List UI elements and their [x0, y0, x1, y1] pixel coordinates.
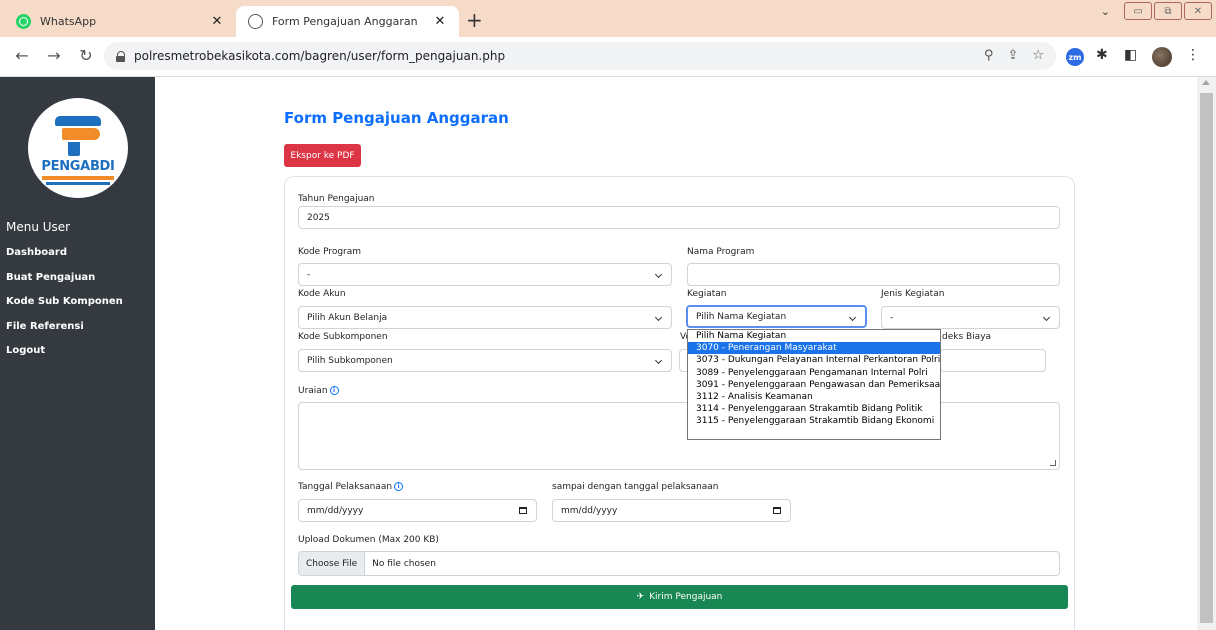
logo-text: PENGABDI	[41, 159, 115, 174]
side-panel-icon[interactable]: ◧	[1124, 47, 1137, 63]
jenis-kegiatan-select[interactable]: -	[881, 306, 1060, 329]
extensions-puzzle-icon[interactable]: ✱	[1096, 47, 1108, 63]
dropdown-option[interactable]: 3115 - Penyelenggaraan Strakamtib Bidang…	[688, 415, 940, 427]
tab-form-pengajuan[interactable]: Form Pengajuan Anggaran ✕	[236, 6, 459, 37]
date-placeholder: mm/dd/yyyy	[307, 505, 364, 516]
kode-program-label: Kode Program	[298, 247, 362, 257]
kode-program-value: -	[307, 269, 311, 280]
pengabdi-logo: PENGABDI	[28, 98, 128, 198]
globe-icon	[248, 14, 263, 29]
sidebar-item-file-referensi[interactable]: File Referensi	[6, 320, 123, 345]
dropdown-option[interactable]: 3089 - Penyelenggaraan Pengamanan Intern…	[688, 367, 940, 379]
minimize-button[interactable]: ▭	[1124, 2, 1152, 20]
zoom-extension-icon[interactable]: zm	[1066, 48, 1084, 66]
close-tab-icon[interactable]: ✕	[433, 14, 447, 29]
url-text: polresmetrobekasikota.com/bagren/user/fo…	[134, 49, 506, 63]
choose-file-button[interactable]: Choose File	[299, 552, 366, 575]
dropdown-option[interactable]: 3114 - Penyelenggaraan Strakamtib Bidang…	[688, 403, 940, 415]
dropdown-option-highlighted[interactable]: 3070 - Penerangan Masyarakat	[688, 342, 940, 355]
lock-icon[interactable]	[116, 50, 126, 62]
file-status: No file chosen	[372, 558, 436, 569]
profile-avatar[interactable]	[1152, 47, 1172, 67]
back-icon[interactable]: ←	[12, 47, 32, 65]
jenis-kegiatan-label: Jenis Kegiatan	[881, 289, 945, 299]
nama-program-input[interactable]	[687, 263, 1060, 286]
close-tab-icon[interactable]: ✕	[210, 14, 224, 29]
bookmark-star-icon[interactable]: ☆	[1032, 48, 1044, 63]
tab-search-chevron-icon[interactable]: ⌄	[1101, 5, 1110, 18]
sidebar-menu: Dashboard Buat Pengajuan Kode Sub Kompon…	[6, 246, 123, 369]
dropdown-option[interactable]: Pilih Nama Kegiatan	[688, 330, 940, 342]
browser-tab-strip: WhatsApp ✕ Form Pengajuan Anggaran ✕ + ⌄…	[0, 0, 1216, 37]
tanggal-mulai-input[interactable]: mm/dd/yyyy	[298, 499, 537, 522]
kegiatan-dropdown-list: Pilih Nama Kegiatan 3070 - Penerangan Ma…	[687, 329, 941, 440]
scroll-up-icon[interactable]	[1202, 80, 1210, 85]
omnibox-actions: ⚲ ⇪ ☆	[984, 48, 1044, 63]
dropdown-option[interactable]: 3112 - Analisis Keamanan	[688, 391, 940, 403]
kode-subkomponen-select[interactable]: Pilih Subkomponen	[298, 349, 672, 372]
upload-label: Upload Dokumen (Max 200 KB)	[298, 535, 439, 545]
window-controls: ⌄ ▭ ⧉ ✕	[1101, 2, 1212, 20]
url-bar[interactable]: polresmetrobekasikota.com/bagren/user/fo…	[104, 42, 1056, 70]
kode-akun-label: Kode Akun	[298, 289, 346, 299]
sidebar-item-logout[interactable]: Logout	[6, 344, 123, 369]
jenis-kegiatan-value: -	[890, 312, 894, 323]
tahun-input[interactable]: 2025	[298, 206, 1060, 229]
kode-subkomponen-value: Pilih Subkomponen	[307, 355, 393, 366]
submit-button[interactable]: ✈ Kirim Pengajuan	[291, 585, 1068, 609]
dropdown-option[interactable]: 3073 - Dukungan Pelayanan Internal Perka…	[688, 354, 940, 366]
close-window-button[interactable]: ✕	[1184, 2, 1212, 20]
upload-file-input[interactable]: Choose File No file chosen	[298, 551, 1060, 576]
reload-icon[interactable]: ↻	[76, 47, 96, 65]
whatsapp-icon	[16, 14, 31, 29]
indeks-biaya-label: deks Biaya	[942, 332, 992, 342]
export-pdf-button[interactable]: Ekspor ke PDF	[284, 144, 361, 167]
uraian-textarea[interactable]	[298, 402, 1060, 470]
calendar-icon[interactable]	[519, 507, 527, 514]
calendar-icon[interactable]	[773, 507, 781, 514]
tab-whatsapp[interactable]: WhatsApp ✕	[4, 6, 236, 37]
tab-title: WhatsApp	[40, 15, 97, 28]
indeks-biaya-input[interactable]	[940, 349, 1046, 372]
address-bar-row: ← → ↻ polresmetrobekasikota.com/bagren/u…	[0, 37, 1216, 77]
tahun-value: 2025	[307, 212, 330, 223]
date-placeholder: mm/dd/yyyy	[561, 505, 618, 516]
menu-title: Menu User	[6, 220, 71, 234]
page-title: Form Pengajuan Anggaran	[284, 109, 509, 127]
kegiatan-select[interactable]: Pilih Nama Kegiatan	[686, 305, 867, 328]
tab-title: Form Pengajuan Anggaran	[272, 15, 418, 28]
tanggal-pelaksanaan-label-text: Tanggal Pelaksanaan	[298, 482, 393, 492]
kegiatan-value: Pilih Nama Kegiatan	[696, 311, 787, 322]
tanggal-pelaksanaan-label: Tanggal Pelaksanaan i	[298, 482, 404, 492]
page-scrollbar[interactable]	[1197, 77, 1216, 630]
send-icon: ✈	[636, 592, 645, 602]
dropdown-option[interactable]: 3091 - Penyelenggaraan Pengawasan dan Pe…	[688, 379, 940, 391]
sidebar: PENGABDI Menu User Dashboard Buat Pengaj…	[0, 77, 155, 630]
kode-akun-value: Pilih Akun Belanja	[307, 312, 388, 323]
info-icon[interactable]: i	[329, 386, 339, 395]
forward-icon[interactable]: →	[44, 47, 64, 65]
kode-akun-select[interactable]: Pilih Akun Belanja	[298, 306, 672, 329]
tanggal-selesai-input[interactable]: mm/dd/yyyy	[552, 499, 791, 522]
sidebar-item-kode-sub-komponen[interactable]: Kode Sub Komponen	[6, 295, 123, 320]
kebab-menu-icon[interactable]: ⋮	[1186, 47, 1200, 63]
submit-label: Kirim Pengajuan	[649, 592, 723, 602]
uraian-label-text: Uraian	[298, 386, 328, 396]
uraian-label: Uraian i	[298, 386, 339, 396]
tahun-label: Tahun Pengajuan	[298, 194, 375, 204]
kode-subkomponen-label: Kode Subkomponen	[298, 332, 388, 342]
restore-button[interactable]: ⧉	[1154, 2, 1182, 20]
new-tab-button[interactable]: +	[466, 10, 483, 30]
kegiatan-label: Kegiatan	[687, 289, 727, 299]
resize-grip-icon[interactable]	[1050, 460, 1056, 466]
nama-program-label: Nama Program	[687, 247, 755, 257]
tanggal-selesai-label: sampai dengan tanggal pelaksanaan	[552, 482, 719, 492]
info-icon[interactable]: i	[394, 482, 404, 491]
kode-program-select[interactable]: -	[298, 263, 672, 286]
zoom-icon[interactable]: ⚲	[984, 48, 994, 63]
sidebar-item-dashboard[interactable]: Dashboard	[6, 246, 123, 271]
sidebar-item-buat-pengajuan[interactable]: Buat Pengajuan	[6, 271, 123, 296]
share-icon[interactable]: ⇪	[1007, 48, 1018, 63]
scrollbar-thumb[interactable]	[1200, 93, 1213, 623]
